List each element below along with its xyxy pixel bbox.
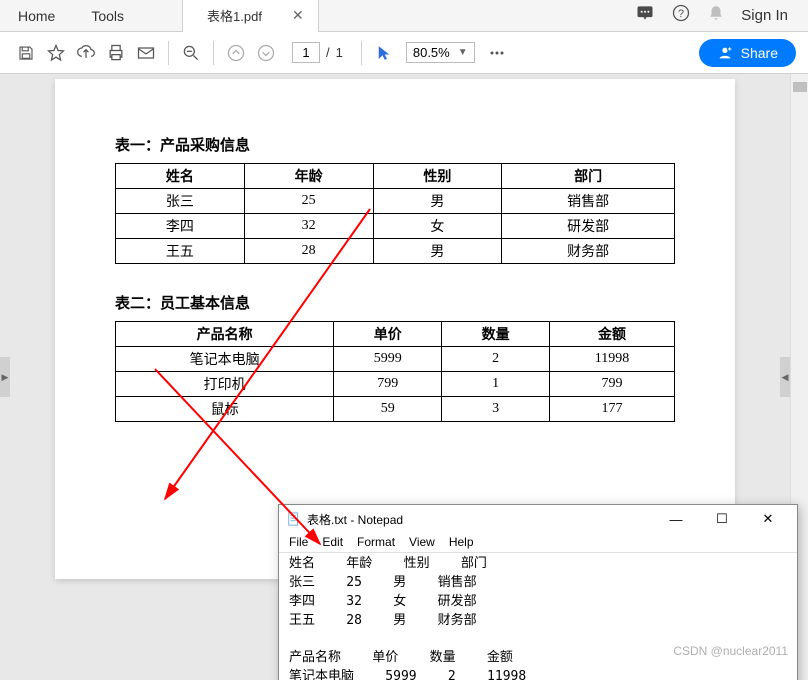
th: 性别 [373,164,502,189]
tools-tab[interactable]: Tools [73,0,142,32]
table2: 产品名称 单价 数量 金额 笔记本电脑5999211998 打印机7991799… [115,321,675,422]
th: 部门 [502,164,675,189]
th: 年龄 [244,164,373,189]
th: 数量 [442,322,550,347]
home-tab[interactable]: Home [0,0,73,32]
help-icon[interactable]: ? [671,3,691,28]
td: 11998 [550,347,675,372]
separator [361,41,362,65]
td: 59 [334,397,442,422]
td: 打印机 [116,372,334,397]
right-panel-handle[interactable]: ◀ [780,357,790,397]
td: 25 [244,189,373,214]
notepad-body[interactable]: 姓名 年龄 性别 部门 张三 25 男 销售部 李四 32 女 研发部 王五 2… [279,553,797,680]
td: 李四 [116,214,245,239]
signin-link[interactable]: Sign In [741,7,788,24]
td: 研发部 [502,214,675,239]
zoom-out-icon[interactable] [177,39,205,67]
toolbar: / 1 80.5% ▼ Share [0,32,808,74]
td: 2 [442,347,550,372]
notepad-icon [287,512,301,526]
close-button[interactable]: ✕ [747,507,789,531]
page-slash: / [326,45,330,60]
th: 单价 [334,322,442,347]
email-icon[interactable] [132,39,160,67]
th: 产品名称 [116,322,334,347]
separator [168,41,169,65]
page-up-icon[interactable] [222,39,250,67]
menu-help[interactable]: Help [449,535,474,549]
menu-edit[interactable]: Edit [322,535,343,549]
td: 1 [442,372,550,397]
notepad-title-text: 表格.txt - Notepad [307,511,403,528]
share-user-icon [717,45,733,61]
chat-icon[interactable] [635,3,655,28]
td: 笔记本电脑 [116,347,334,372]
td: 28 [244,239,373,264]
td: 男 [373,189,502,214]
notepad-titlebar[interactable]: 表格.txt - Notepad — ☐ ✕ [279,505,797,533]
page-down-icon[interactable] [252,39,280,67]
maximize-button[interactable]: ☐ [701,507,743,531]
save-icon[interactable] [12,39,40,67]
title-tabs: Home Tools 表格1.pdf ✕ ? Sign In [0,0,808,32]
table1: 姓名 年龄 性别 部门 张三25男销售部 李四32女研发部 王五28男财务部 [115,163,675,264]
td: 177 [550,397,675,422]
file-tab[interactable]: 表格1.pdf ✕ [182,0,319,32]
file-tab-name: 表格1.pdf [207,6,262,25]
menu-file[interactable]: File [289,535,308,549]
td: 799 [334,372,442,397]
th: 姓名 [116,164,245,189]
td: 3 [442,397,550,422]
left-panel-handle[interactable]: ▶ [0,357,10,397]
td: 男 [373,239,502,264]
td: 799 [550,372,675,397]
td: 32 [244,214,373,239]
table1-title: 表一：产品采购信息 [115,134,675,155]
zoom-value: 80.5% [413,45,450,60]
watermark: CSDN @nuclear2011 [673,644,788,658]
cursor-icon[interactable] [370,39,398,67]
th: 金额 [550,322,675,347]
page-total: 1 [336,45,343,60]
upload-cloud-icon[interactable] [72,39,100,67]
chevron-down-icon: ▼ [458,47,468,58]
print-icon[interactable] [102,39,130,67]
table2-title: 表二：员工基本信息 [115,292,675,313]
page-current-input[interactable] [292,42,320,63]
star-icon[interactable] [42,39,70,67]
bell-icon[interactable] [707,4,725,27]
notepad-menu: File Edit Format View Help [279,533,797,553]
close-tab-icon[interactable]: ✕ [292,7,304,24]
td: 鼠标 [116,397,334,422]
document-area: ▶ ◀ 表一：产品采购信息 姓名 年龄 性别 部门 张三25男销售部 李四32女… [0,74,808,680]
more-icon[interactable] [483,39,511,67]
zoom-select[interactable]: 80.5% ▼ [406,42,475,63]
td: 销售部 [502,189,675,214]
separator [213,41,214,65]
td: 财务部 [502,239,675,264]
td: 王五 [116,239,245,264]
page-indicator: / 1 [292,42,343,63]
menu-format[interactable]: Format [357,535,395,549]
share-label: Share [741,45,778,61]
menu-view[interactable]: View [409,535,435,549]
svg-text:?: ? [678,8,684,20]
td: 女 [373,214,502,239]
td: 5999 [334,347,442,372]
minimize-button[interactable]: — [655,507,697,531]
td: 张三 [116,189,245,214]
share-button[interactable]: Share [699,39,796,67]
